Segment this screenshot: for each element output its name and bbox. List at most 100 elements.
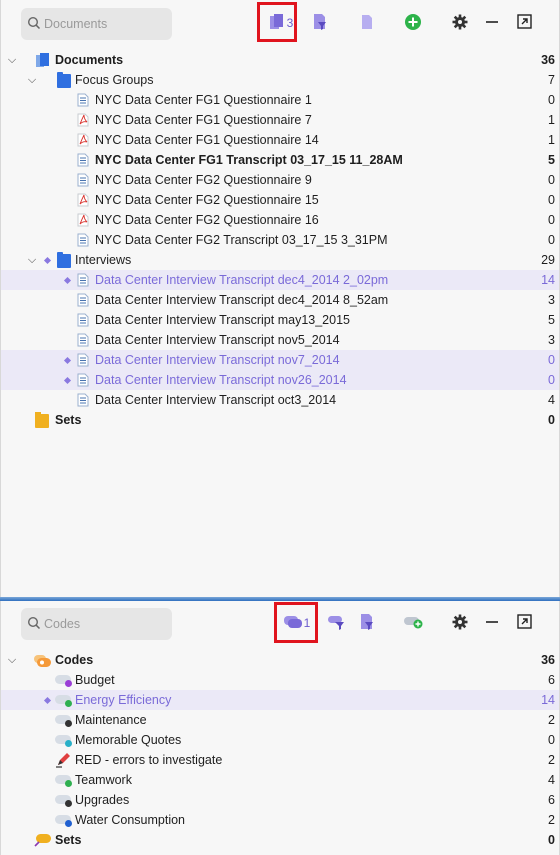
chevron-down-icon[interactable]: ⌵: [5, 50, 19, 70]
codes-search-box[interactable]: [21, 608, 172, 640]
documents-search-box[interactable]: [21, 8, 172, 40]
minimize-button[interactable]: [482, 611, 502, 635]
document-count: 0: [548, 173, 555, 187]
chevron-down-icon[interactable]: ⌵: [25, 250, 39, 270]
focus-group-document-row[interactable]: NYC Data Center FG2 Questionnaire 16 0: [1, 210, 559, 230]
document-label: Data Center Interview Transcript oct3_20…: [95, 393, 337, 407]
document-sets-count: 0: [548, 413, 555, 427]
code-row[interactable]: Maintenance 2: [1, 710, 559, 730]
search-icon: [27, 616, 41, 633]
interview-document-row[interactable]: Data Center Interview Transcript nov5_20…: [1, 330, 559, 350]
interview-document-row[interactable]: Data Center Interview Transcript dec4_20…: [1, 290, 559, 310]
chevron-down-icon[interactable]: ⌵: [5, 650, 19, 670]
documents-icon: [36, 53, 50, 67]
search-icon: [27, 16, 41, 33]
code-count: 2: [548, 813, 555, 827]
code-count: 6: [548, 673, 555, 687]
filter-documents-button[interactable]: [310, 11, 330, 35]
popout-icon: [516, 14, 532, 32]
code-label: Memorable Quotes: [75, 733, 182, 747]
focus-group-document-row[interactable]: NYC Data Center FG1 Transcript 03_17_15 …: [1, 150, 559, 170]
focus-groups-count: 7: [548, 73, 555, 87]
code-icon: [55, 695, 72, 707]
pdf-document-icon: [77, 113, 91, 127]
focus-groups-row[interactable]: ⌵ Focus Groups 7: [1, 70, 559, 90]
code-label: Water Consumption: [75, 813, 185, 827]
document-label: NYC Data Center FG1 Transcript 03_17_15 …: [95, 153, 403, 167]
pdf-document-icon: [77, 213, 91, 227]
code-row[interactable]: Energy Efficiency 14: [1, 690, 559, 710]
code-count: 2: [548, 753, 555, 767]
interview-document-row[interactable]: Data Center Interview Transcript nov26_2…: [1, 370, 559, 390]
interview-document-row[interactable]: Data Center Interview Transcript nov7_20…: [1, 350, 559, 370]
selected-documents-count: 3: [286, 16, 294, 30]
code-label: Maintenance: [75, 713, 147, 727]
interview-document-row[interactable]: Data Center Interview Transcript oct3_20…: [1, 390, 559, 410]
pdf-document-icon: [77, 193, 91, 207]
document-view-button[interactable]: [357, 11, 377, 35]
document-count: 0: [548, 233, 555, 247]
document-count: 5: [548, 153, 555, 167]
document-label: Data Center Interview Transcript nov26_2…: [95, 373, 347, 387]
minus-icon: [485, 15, 499, 32]
focus-groups-label: Focus Groups: [75, 73, 154, 87]
minus-icon: [485, 615, 499, 632]
interviews-label: Interviews: [75, 253, 132, 267]
selected-codes-count: 1: [303, 616, 311, 630]
document-count: 5: [548, 313, 555, 327]
filter-by-document-button[interactable]: [357, 611, 377, 635]
code-icon: [55, 815, 72, 827]
code-row[interactable]: Water Consumption 2: [1, 810, 559, 830]
settings-button[interactable]: [450, 11, 470, 35]
code-row[interactable]: Budget 6: [1, 670, 559, 690]
documents-search-input[interactable]: [44, 17, 164, 31]
document-count: 3: [548, 333, 555, 347]
text-document-icon: [77, 393, 91, 407]
text-document-icon: [77, 153, 91, 167]
code-label: Upgrades: [75, 793, 130, 807]
focus-group-document-row[interactable]: NYC Data Center FG2 Questionnaire 15 0: [1, 190, 559, 210]
document-sets-row[interactable]: Sets 0: [1, 410, 559, 430]
focus-group-document-row[interactable]: NYC Data Center FG1 Questionnaire 14 1: [1, 130, 559, 150]
focus-group-document-row[interactable]: NYC Data Center FG1 Questionnaire 1 0: [1, 90, 559, 110]
code-label: Budget: [75, 673, 115, 687]
focus-group-document-row[interactable]: NYC Data Center FG1 Questionnaire 7 1: [1, 110, 559, 130]
documents-toolbar: 3: [1, 0, 559, 46]
interview-document-row[interactable]: Data Center Interview Transcript dec4_20…: [1, 270, 559, 290]
selection-marker-icon: [63, 276, 72, 285]
code-row[interactable]: RED - errors to investigate 2: [1, 750, 559, 770]
code-sets-row[interactable]: Sets 0: [1, 830, 559, 850]
code-row[interactable]: Memorable Quotes 0: [1, 730, 559, 750]
selected-documents-button[interactable]: 3: [267, 11, 295, 35]
folder-icon: [57, 72, 71, 88]
selected-codes-button[interactable]: 1: [282, 611, 312, 635]
code-filter-icon: [328, 614, 346, 633]
codes-search-input[interactable]: [44, 617, 164, 631]
interviews-row[interactable]: ⌵ Interviews 29: [1, 250, 559, 270]
documents-root-row[interactable]: ⌵ Documents 36: [1, 50, 559, 70]
focus-group-document-row[interactable]: NYC Data Center FG2 Transcript 03_17_15 …: [1, 230, 559, 250]
document-label: Data Center Interview Transcript nov7_20…: [95, 353, 340, 367]
code-row[interactable]: Upgrades 6: [1, 790, 559, 810]
focus-group-document-row[interactable]: NYC Data Center FG2 Questionnaire 9 0: [1, 170, 559, 190]
filter-codes-button[interactable]: [327, 611, 347, 635]
document-label: NYC Data Center FG1 Questionnaire 7: [95, 113, 312, 127]
add-document-button[interactable]: [403, 11, 423, 35]
code-count: 0: [548, 733, 555, 747]
interview-document-row[interactable]: Data Center Interview Transcript may13_2…: [1, 310, 559, 330]
codes-root-row[interactable]: ⌵ Codes 36: [1, 650, 559, 670]
pen-icon: [55, 752, 70, 768]
code-row[interactable]: Teamwork 4: [1, 770, 559, 790]
chevron-down-icon[interactable]: ⌵: [25, 70, 39, 90]
settings-button[interactable]: [450, 611, 470, 635]
codes-root-icon: [34, 654, 51, 668]
popout-button[interactable]: [514, 11, 534, 35]
add-code-button[interactable]: [402, 611, 426, 635]
document-filter-icon: [359, 613, 375, 634]
code-icon: [55, 735, 72, 747]
document-label: NYC Data Center FG2 Questionnaire 9: [95, 173, 312, 187]
minimize-button[interactable]: [482, 11, 502, 35]
document-icon: [360, 14, 374, 33]
popout-button[interactable]: [514, 611, 534, 635]
document-label: Data Center Interview Transcript may13_2…: [95, 313, 350, 327]
